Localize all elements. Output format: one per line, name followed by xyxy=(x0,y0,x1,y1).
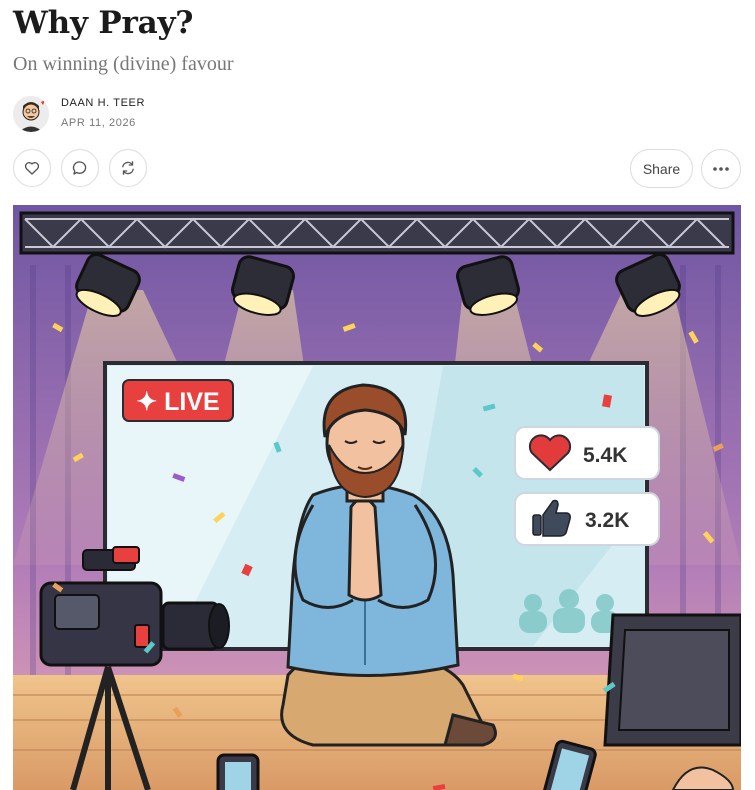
more-button[interactable] xyxy=(701,149,741,189)
restack-icon xyxy=(122,161,134,175)
hearts-card: 5.4K xyxy=(514,426,660,480)
comment-button[interactable] xyxy=(61,149,99,187)
author-avatar[interactable] xyxy=(13,96,49,132)
author-name[interactable]: DAAN H. TEER xyxy=(61,97,145,109)
post-title: Why Pray? xyxy=(13,5,194,41)
likes-card: 3.2K xyxy=(514,492,660,546)
post-date: APR 11, 2026 xyxy=(61,117,136,129)
like-button[interactable] xyxy=(13,149,51,187)
hearts-count: 5.4K xyxy=(583,444,627,467)
heart-icon xyxy=(24,161,40,175)
comment-icon xyxy=(72,161,87,175)
live-badge: ✦ LIVE xyxy=(122,379,234,422)
share-button[interactable]: Share xyxy=(630,149,693,188)
hero-image[interactable]: ✦ LIVE 5.4K 3.2K xyxy=(13,205,741,790)
post-subtitle: On winning (divine) favour xyxy=(13,53,234,75)
live-label: ✦ LIVE xyxy=(136,388,219,416)
restack-button[interactable] xyxy=(109,149,147,187)
more-icon xyxy=(713,167,729,171)
likes-count: 3.2K xyxy=(585,509,629,532)
